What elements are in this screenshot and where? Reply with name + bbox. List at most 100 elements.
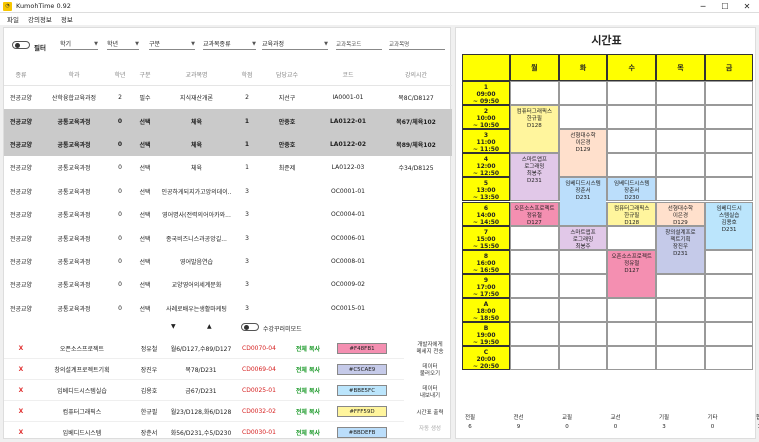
grade-combo[interactable]: 학년 ▼ bbox=[107, 38, 139, 50]
copy-all-button[interactable]: 전체 복사 bbox=[292, 344, 324, 353]
table-row[interactable]: 전공교양 공통교육과정 0 선택 체육 1 안중호 LA0122-01 목67/체육102 bbox=[4, 109, 452, 133]
table-row[interactable]: 전공교양 산학융합교육과정 2 필수 지식재산개론 2 지선구 IA0001-01 목8C/D8… bbox=[4, 86, 452, 109]
timetable-cell[interactable] bbox=[607, 153, 657, 178]
timetable-cell[interactable] bbox=[558, 81, 608, 106]
timetable-cell[interactable] bbox=[607, 297, 657, 322]
timetable-cell[interactable] bbox=[510, 346, 559, 371]
close-button[interactable]: ✕ bbox=[736, 0, 758, 13]
col-category[interactable]: 구분 bbox=[134, 70, 156, 79]
timetable-cell[interactable] bbox=[704, 322, 754, 347]
list-item[interactable]: X 임베디드시스템실습 김용호 금67/D231 CD0025-01 전체 복사 #BBE5… bbox=[4, 380, 404, 401]
import-data-button[interactable]: 데이터 불러오기 bbox=[408, 364, 452, 378]
timetable-cell[interactable] bbox=[607, 225, 657, 250]
color-picker[interactable]: #BBE5FC bbox=[337, 385, 387, 396]
course-block[interactable]: 스마트앱프 로그래밍 최봉주 D231 bbox=[559, 226, 607, 249]
timetable-cell[interactable] bbox=[656, 346, 705, 371]
table-row[interactable]: 전공교양 공통교육과정 0 선택 인공하게되지가고앙의데이.. 3 OC0001-01 bbox=[4, 180, 452, 203]
timetable-cell[interactable] bbox=[607, 346, 657, 371]
col-time[interactable]: 강의시간 bbox=[384, 70, 448, 79]
timetable-cell[interactable] bbox=[607, 129, 657, 154]
color-picker[interactable]: #F48FB1 bbox=[337, 343, 387, 354]
col-credit[interactable]: 학점 bbox=[237, 70, 257, 79]
copy-all-button[interactable]: 전체 복사 bbox=[292, 365, 324, 374]
timetable-cell[interactable] bbox=[704, 297, 754, 322]
timetable-cell[interactable] bbox=[704, 105, 754, 130]
move-up-button[interactable]: ▲ bbox=[207, 323, 212, 330]
timetable-cell[interactable] bbox=[656, 177, 705, 202]
timetable-cell[interactable] bbox=[704, 129, 754, 154]
copy-all-button[interactable]: 전체 복사 bbox=[292, 407, 324, 416]
list-item[interactable]: X 임베디드시스템 장춘서 화56/D231,수5/D230 CD0030-01 전체 복… bbox=[4, 422, 404, 440]
color-picker[interactable]: #FFF59D bbox=[337, 406, 387, 417]
menu-info[interactable]: 정보 bbox=[61, 14, 73, 24]
course-block[interactable]: 임베디드시 스템실습 김용호 D231 bbox=[705, 202, 753, 249]
move-down-button[interactable]: ▼ bbox=[171, 323, 176, 330]
timetable-cell[interactable] bbox=[510, 297, 559, 322]
curriculum-combo[interactable]: 교육과정 ▼ bbox=[262, 38, 328, 50]
menu-file[interactable]: 파일 bbox=[7, 14, 19, 24]
remove-button[interactable]: X bbox=[16, 345, 26, 352]
timetable-cell[interactable] bbox=[656, 81, 705, 106]
timetable-cell[interactable] bbox=[558, 273, 608, 298]
remove-button[interactable]: X bbox=[16, 429, 26, 436]
timetable-cell[interactable] bbox=[607, 322, 657, 347]
col-code[interactable]: 코드 bbox=[316, 70, 380, 79]
timetable-cell[interactable] bbox=[656, 273, 705, 298]
course-block[interactable]: 선형대수학 이은경 D129 bbox=[657, 202, 704, 225]
course-code-field[interactable]: 교과목코드 bbox=[336, 38, 382, 50]
timetable-cell[interactable] bbox=[510, 81, 559, 106]
table-row[interactable]: 전공교양 공통교육과정 0 선택 체육 1 안중호 LA0122-02 목89/체육102 bbox=[4, 132, 452, 157]
timetable-cell[interactable] bbox=[510, 273, 559, 298]
timetable-cell[interactable] bbox=[558, 297, 608, 322]
list-item[interactable]: X 창의설계프로젝트기획 장진우 목78/D231 CD0069-04 전체 복사 #C5C… bbox=[4, 359, 404, 380]
color-picker[interactable]: #BBDEFB bbox=[337, 427, 387, 438]
category-combo[interactable]: 구분 ▼ bbox=[149, 38, 195, 50]
list-item[interactable]: X 컴퓨터그래픽스 한규필 월23/D128,화6/D128 CD0032-02 전체 복… bbox=[4, 401, 404, 422]
course-block[interactable]: 컴퓨터그래픽스 한규필 D128 bbox=[608, 202, 656, 225]
timetable-cell[interactable] bbox=[704, 273, 754, 298]
timetable-cell[interactable] bbox=[704, 153, 754, 178]
filter-toggle[interactable] bbox=[12, 41, 30, 49]
remove-button[interactable]: X bbox=[16, 408, 26, 415]
timetable-cell[interactable] bbox=[656, 153, 705, 178]
auto-generate-button[interactable]: 자동 생성 bbox=[408, 426, 452, 433]
timetable-cell[interactable] bbox=[558, 346, 608, 371]
course-block[interactable]: 스마트앱프 로그래밍 최봉주 D231 bbox=[511, 154, 558, 201]
timetable-cell[interactable] bbox=[656, 105, 705, 130]
timetable-cell[interactable] bbox=[656, 297, 705, 322]
course-block[interactable]: 컴퓨터그래픽스 한규필 D128 bbox=[511, 106, 558, 153]
timetable-cell[interactable] bbox=[558, 105, 608, 130]
menu-course-info[interactable]: 강의정보 bbox=[28, 14, 52, 24]
timetable-cell[interactable] bbox=[607, 81, 657, 106]
maximize-button[interactable]: ☐ bbox=[714, 0, 736, 13]
course-block[interactable]: 임베디드시스템 장춘서 D230 bbox=[608, 178, 656, 201]
timetable-cell[interactable] bbox=[607, 105, 657, 130]
course-type-combo[interactable]: 교과목종류 ▼ bbox=[203, 38, 256, 50]
course-block[interactable]: 오픈소스프로젝트 정유철 D127 bbox=[511, 202, 558, 225]
table-row[interactable]: 전공교양 공통교육과정 0 선택 교양영어의세계문화 3 OC0009-02 bbox=[4, 273, 452, 296]
table-row[interactable]: 전공교양 공통교육과정 0 선택 체육 1 최준제 LA0122-03 수34/D8125 bbox=[4, 156, 452, 179]
table-row[interactable]: 전공교양 공통교육과정 0 선택 사례로배우는생활마케팅 3 OC0015-01 bbox=[4, 297, 452, 320]
bundle-mode-toggle[interactable] bbox=[241, 323, 259, 331]
table-row[interactable]: 전공교양 공통교육과정 0 선택 영어발음연습 3 OC0008-01 bbox=[4, 250, 452, 273]
copy-all-button[interactable]: 전체 복사 bbox=[292, 386, 324, 395]
timetable-cell[interactable] bbox=[704, 177, 754, 202]
timetable-cell[interactable] bbox=[558, 249, 608, 274]
print-timetable-button[interactable]: 시간표 출력 bbox=[408, 410, 452, 417]
minimize-button[interactable]: ─ bbox=[692, 0, 714, 13]
course-block[interactable]: 임베디드시스템 장춘서 D231 bbox=[559, 178, 607, 225]
timetable-cell[interactable] bbox=[510, 322, 559, 347]
col-grade[interactable]: 학년 bbox=[110, 70, 130, 79]
table-row[interactable]: 전공교양 공통교육과정 0 선택 종국비즈니스과공앙길... 3 OC0006-01 bbox=[4, 226, 452, 249]
timetable-cell[interactable] bbox=[558, 322, 608, 347]
timetable-cell[interactable] bbox=[510, 249, 559, 274]
remove-button[interactable]: X bbox=[16, 387, 26, 394]
export-data-button[interactable]: 데이터 내보내기 bbox=[408, 386, 452, 400]
col-kind[interactable]: 종류 bbox=[6, 70, 36, 79]
course-block[interactable]: 오픈소스프로젝트 정유철 D127 bbox=[608, 250, 656, 297]
send-message-button[interactable]: 개발자에게 메세지 전송 bbox=[408, 342, 452, 356]
timetable-cell[interactable] bbox=[510, 225, 559, 250]
timetable-cell[interactable] bbox=[656, 129, 705, 154]
col-dept[interactable]: 학과 bbox=[40, 70, 108, 79]
timetable-cell[interactable] bbox=[704, 81, 754, 106]
